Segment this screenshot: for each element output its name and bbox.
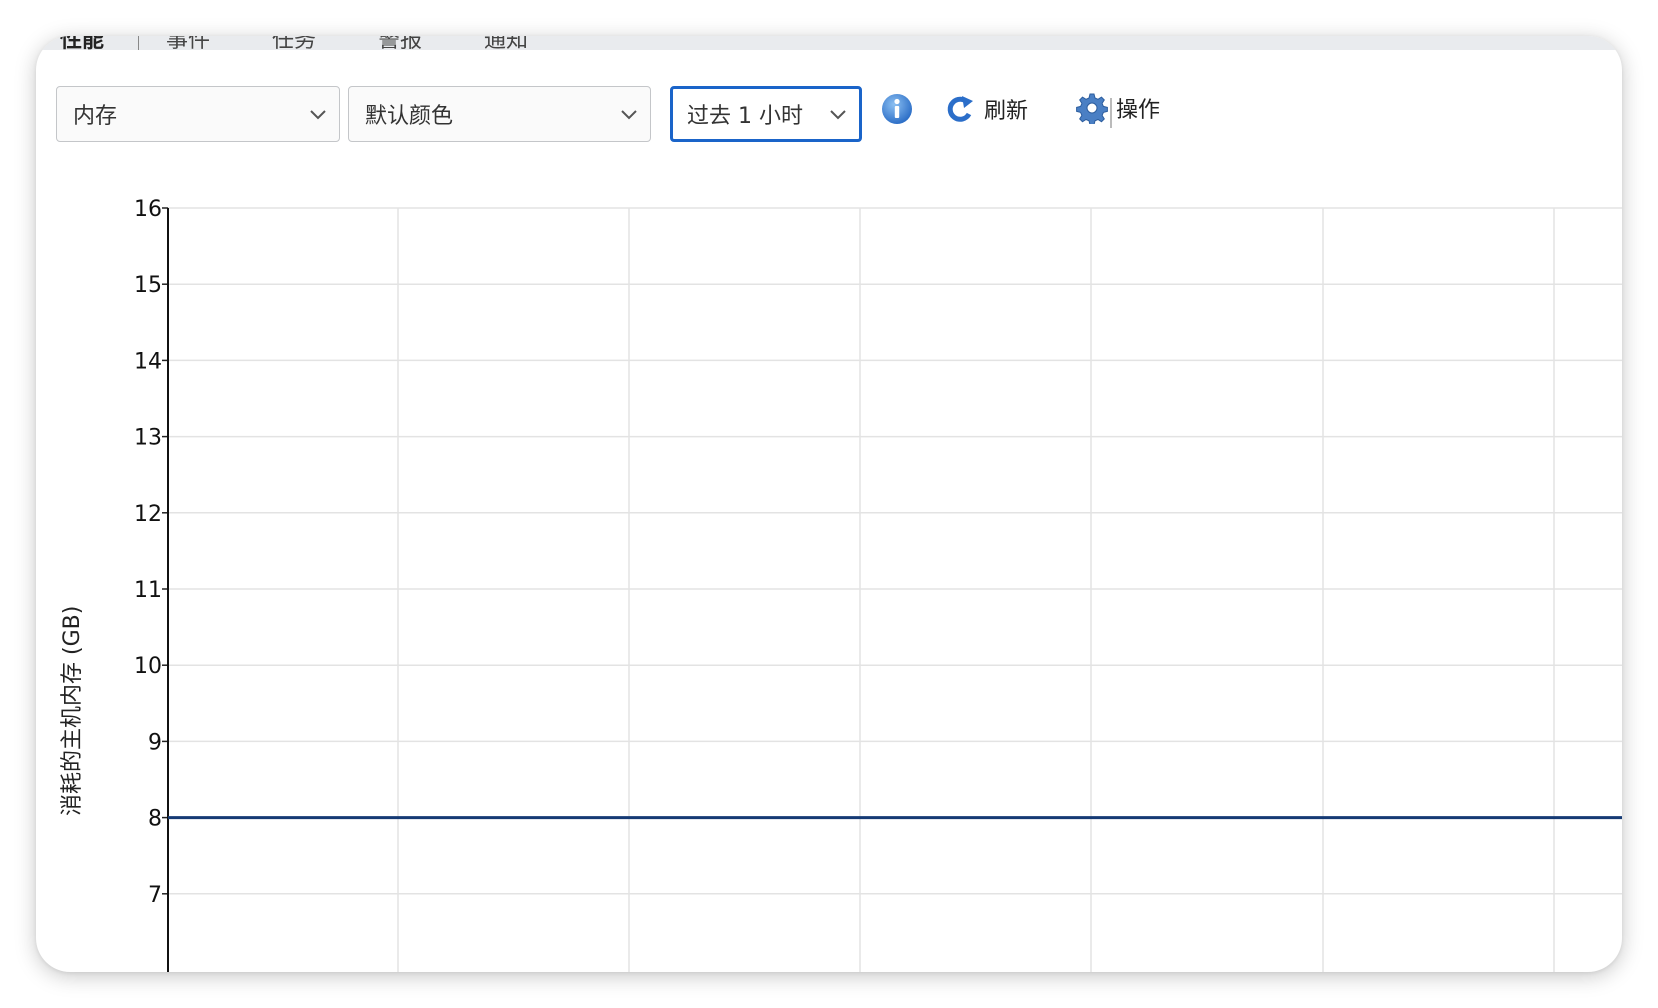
metric-select-value: 内存 [73,104,118,129]
y-tick-label: 14 [134,349,162,374]
y-tick-label: 10 [134,654,162,679]
y-tick-label: 12 [134,502,162,527]
refresh-button[interactable]: 刷新 [944,92,1028,126]
time-range-select[interactable]: 过去 1 小时 [670,86,862,142]
y-axis-title: 消耗的主机内存 (GB) [60,605,85,816]
y-tick-label: 7 [148,883,162,908]
tab-performance[interactable]: 性能 [60,36,104,50]
y-tick-label: 9 [148,730,162,755]
y-tick-label: 13 [134,426,162,451]
tab-events[interactable]: 事件 [166,36,210,50]
metric-select[interactable]: 内存 [56,86,340,142]
tab-divider [138,36,139,50]
tab-tasks[interactable]: 任务 [272,36,316,50]
performance-panel: 性能 事件 任务 警报 通知 内存 默认颜色 过去 1 小时 刷新 操作 16 … [36,36,1622,972]
tab-notifications[interactable]: 通知 [484,36,528,50]
y-tick-label: 15 [134,273,162,298]
actions-label: 操作 [1116,98,1161,123]
info-icon [882,94,912,124]
color-select[interactable]: 默认颜色 [348,86,651,142]
refresh-icon [947,96,973,122]
chevron-down-icon [621,110,637,120]
y-tick-label: 11 [134,578,162,603]
chevron-down-icon [830,110,846,120]
actions-button[interactable]: 操作 [1076,92,1160,124]
memory-chart: 16 15 14 13 12 11 10 9 8 7 [134,197,1622,972]
refresh-label: 刷新 [984,99,1029,124]
y-tick-label: 16 [134,197,162,222]
time-range-select-value: 过去 1 小时 [687,104,803,129]
y-tick-label: 8 [148,807,162,832]
color-select-value: 默认颜色 [365,104,454,129]
tab-bar: 性能 事件 任务 警报 通知 [36,36,1622,50]
info-button[interactable] [880,92,914,126]
gear-icon [1076,93,1108,124]
chevron-down-icon [310,110,326,120]
tab-alarms[interactable]: 警报 [378,36,422,50]
